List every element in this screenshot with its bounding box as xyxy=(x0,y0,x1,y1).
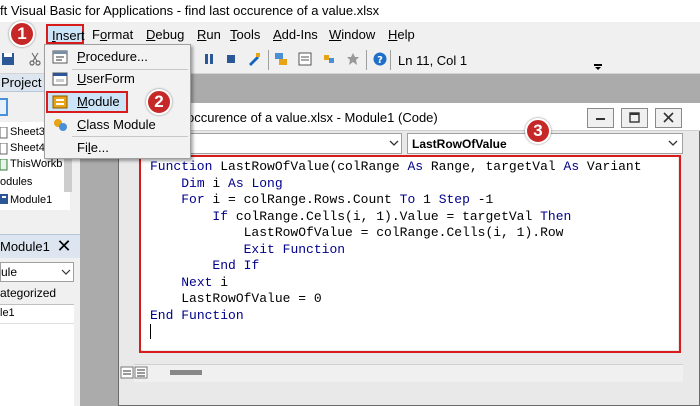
stop-icon[interactable] xyxy=(224,52,238,66)
menu-item-label: Module xyxy=(77,94,120,109)
module-icon xyxy=(52,94,68,110)
minimize-icon xyxy=(588,109,613,127)
close-icon xyxy=(656,109,681,127)
view-toggle-icon[interactable] xyxy=(120,365,152,381)
properties-grid: le1 xyxy=(0,304,74,406)
project-explorer-icon[interactable] xyxy=(274,52,288,66)
sheet-icon xyxy=(0,127,8,139)
restore-button[interactable] xyxy=(621,108,648,128)
procedure-select-value: LastRowOfValue xyxy=(412,137,507,151)
sheet-icon xyxy=(0,143,8,155)
title-bar: ft Visual Basic for Applications - find … xyxy=(0,0,700,22)
menu-item-label: UserForm xyxy=(77,71,135,86)
design-mode-icon[interactable] xyxy=(247,52,261,66)
callout-1: 1 xyxy=(9,21,35,47)
properties-title: Module1 xyxy=(0,239,50,254)
toolbar-separator xyxy=(366,50,367,70)
procedure-icon xyxy=(52,49,68,65)
reset-icon[interactable] xyxy=(202,52,216,66)
close-icon[interactable]: ✕ xyxy=(54,237,74,255)
horizontal-scrollbar[interactable] xyxy=(134,364,683,382)
menu-item-procedure[interactable]: Procedure... xyxy=(44,46,191,68)
cut-icon[interactable] xyxy=(28,52,42,66)
menu-debug[interactable]: Debug xyxy=(146,27,184,42)
toolbar-separator xyxy=(268,50,269,70)
menu-item-file[interactable]: File... xyxy=(44,137,191,159)
class-module-icon xyxy=(52,117,68,133)
module-icon xyxy=(0,193,10,205)
tree-folder[interactable]: odules xyxy=(0,176,32,188)
save-icon[interactable] xyxy=(1,52,15,66)
menu-item-class-module[interactable]: Class Module xyxy=(44,114,191,136)
properties-object-value: ule xyxy=(1,265,17,279)
menu-item-label: Procedure... xyxy=(77,49,148,64)
help-icon[interactable]: ? xyxy=(373,52,387,66)
menu-item-label: Class Module xyxy=(77,117,156,132)
toolbar-separator xyxy=(390,50,391,70)
property-value[interactable]: le1 xyxy=(0,307,15,319)
menu-item-label: File... xyxy=(77,140,109,155)
menu-help[interactable]: Help xyxy=(388,27,415,42)
menu-item-userform[interactable]: UserForm xyxy=(44,68,191,90)
window-title: ft Visual Basic for Applications - find … xyxy=(0,3,379,18)
callout-2: 2 xyxy=(146,89,172,115)
restore-icon xyxy=(622,109,647,127)
menu-format[interactable]: Format xyxy=(92,27,133,42)
grid-line xyxy=(0,323,74,324)
minimize-button[interactable] xyxy=(587,108,614,128)
menu-window[interactable]: Window xyxy=(329,27,375,42)
chevron-down-icon xyxy=(61,267,71,277)
userform-icon xyxy=(52,71,68,87)
menu-tools[interactable]: Tools xyxy=(230,27,260,42)
code-highlight-box xyxy=(139,155,681,353)
code-window-title: occurence of a value.xlsx - Module1 (Cod… xyxy=(187,110,438,125)
scroll-thumb[interactable] xyxy=(170,370,202,375)
tree-item[interactable]: Sheet4 xyxy=(10,142,45,154)
view-code-button[interactable] xyxy=(0,98,8,116)
tab-categorized[interactable]: ategorized xyxy=(0,286,56,300)
menu-add-ins[interactable]: Add-Ins xyxy=(273,27,318,42)
tree-item[interactable]: ThisWorkb xyxy=(10,158,62,170)
workbook-icon xyxy=(0,159,8,171)
chevron-down-icon[interactable] xyxy=(667,138,679,148)
tree-item[interactable]: Sheet3 xyxy=(10,126,45,138)
toolbar-options-icon[interactable] xyxy=(592,52,604,72)
toolbox-icon[interactable] xyxy=(346,52,360,66)
svg-text:?: ? xyxy=(377,55,383,66)
tree-item-module1[interactable]: Module1 xyxy=(10,194,52,206)
cursor-position: Ln 11, Col 1 xyxy=(398,53,467,68)
close-window-button[interactable] xyxy=(655,108,682,128)
object-browser-icon[interactable] xyxy=(322,52,336,66)
menu-insert[interactable]: Insert xyxy=(46,24,84,44)
properties-window-icon[interactable] xyxy=(298,52,312,66)
callout-3: 3 xyxy=(525,118,551,144)
project-explorer-title: Project xyxy=(1,75,41,90)
menu-run[interactable]: Run xyxy=(197,27,221,42)
properties-object-select[interactable]: ule xyxy=(0,262,74,282)
chevron-down-icon[interactable] xyxy=(388,138,400,148)
